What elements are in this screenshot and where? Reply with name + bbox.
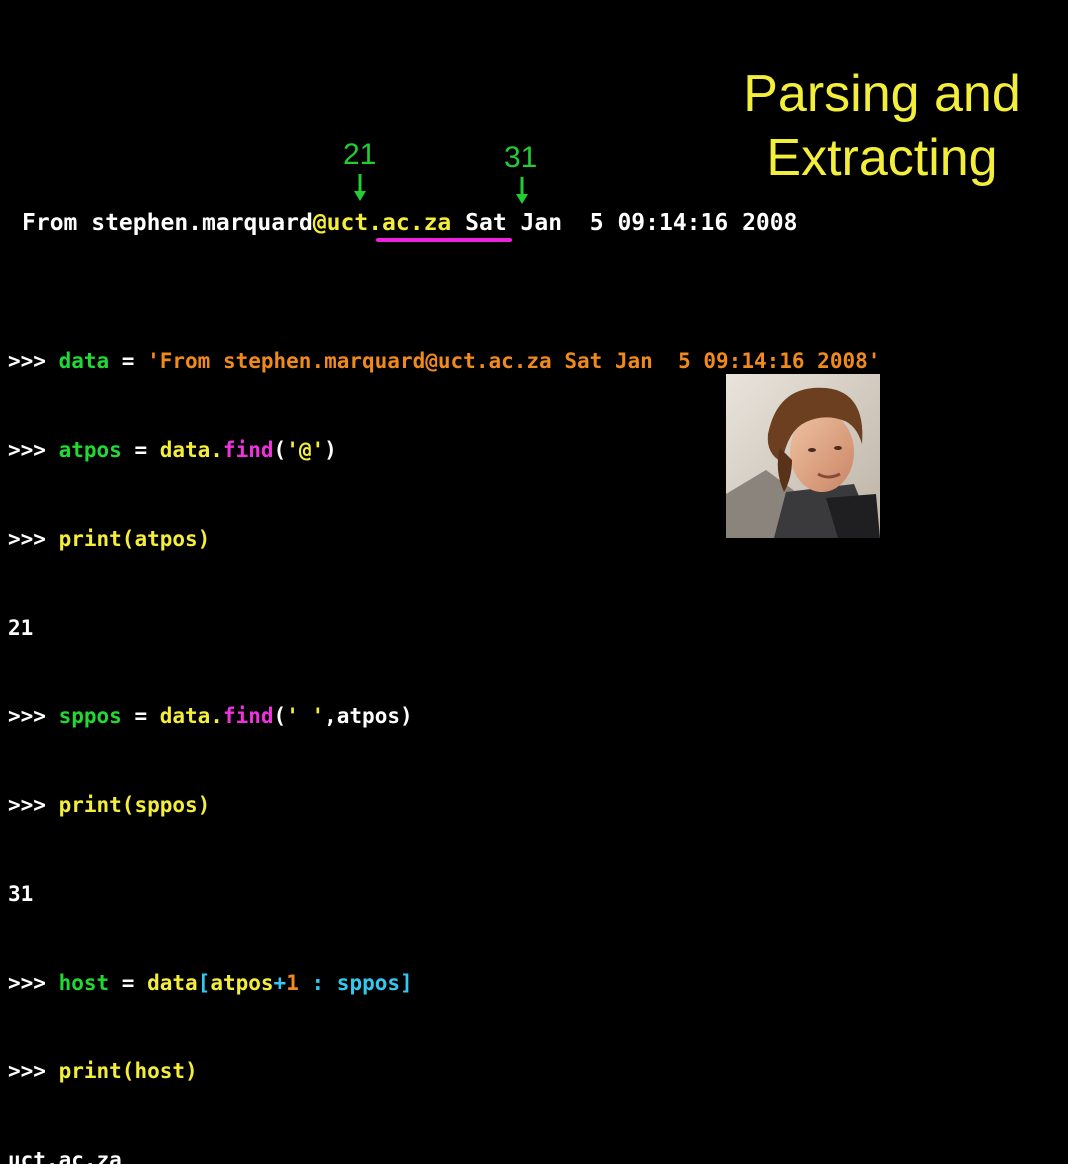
code-bracket: [ — [197, 970, 211, 995]
code-var: sppos — [58, 704, 122, 729]
code-paren: ) — [324, 437, 337, 462]
prompt: >>> — [8, 704, 59, 729]
slide-title: Parsing and Extracting — [722, 62, 1042, 190]
code-op: = — [109, 970, 148, 995]
code-output: uct.ac.za — [8, 1146, 880, 1164]
title-line-2: Extracting — [766, 129, 998, 187]
code-line: >>> print(sppos) — [8, 791, 880, 821]
email-header-line: From stephen.marquard@uct.ac.za Sat Jan … — [22, 208, 797, 238]
code-line: >>> sppos = data.find(' ',atpos) — [8, 702, 880, 732]
code-var: atpos — [210, 970, 274, 995]
code-function: print — [58, 526, 122, 551]
code-op: = — [109, 349, 148, 374]
title-line-1: Parsing and — [743, 65, 1021, 123]
marker-21-label: 21 — [343, 138, 377, 171]
prompt: >>> — [8, 970, 59, 995]
output-text: 21 — [8, 615, 34, 640]
code-object: data. — [159, 704, 223, 729]
prompt: >>> — [8, 793, 59, 818]
code-bracket: ] — [400, 970, 413, 995]
code-op: = — [121, 704, 160, 729]
code-op: : — [298, 970, 337, 995]
code-output: 31 — [8, 880, 880, 910]
code-args: (sppos) — [121, 793, 211, 818]
code-line: >>> data = 'From stephen.marquard@uct.ac… — [8, 347, 880, 377]
code-output: 21 — [8, 614, 880, 644]
code-function: find — [222, 437, 274, 462]
code-op: + — [273, 970, 287, 995]
code-args: (host) — [121, 1059, 198, 1084]
email-before: From stephen.marquard — [22, 210, 313, 236]
code-var: host — [58, 970, 110, 995]
code-var: atpos — [58, 437, 122, 462]
code-op: = — [121, 437, 160, 462]
prompt: >>> — [8, 437, 59, 462]
host-underline — [376, 238, 512, 242]
email-host: uct.ac.za — [326, 210, 452, 236]
code-var: data — [58, 349, 110, 374]
output-text: uct.ac.za — [8, 1148, 122, 1164]
email-after: Sat Jan 5 09:14:16 2008 — [451, 210, 798, 236]
code-string: ' ' — [286, 704, 325, 729]
prompt: >>> — [8, 1059, 59, 1084]
code-line: >>> host = data[atpos+1 : sppos] — [8, 969, 880, 999]
marker-31-arrow-icon — [516, 177, 528, 204]
code-args: (atpos) — [121, 526, 211, 551]
speaker-photo — [726, 374, 880, 538]
code-object: data. — [159, 437, 223, 462]
code-function: find — [222, 704, 274, 729]
code-string: 'From stephen.marquard@uct.ac.za Sat Jan… — [147, 349, 881, 374]
prompt: >>> — [8, 526, 59, 551]
portrait-image — [726, 374, 880, 538]
marker-21-arrow-icon — [354, 174, 366, 201]
code-string: '@' — [286, 437, 325, 462]
code-paren: ( — [273, 704, 287, 729]
output-text: 31 — [8, 881, 34, 906]
code-var: sppos — [336, 970, 401, 995]
code-object: data — [147, 970, 198, 995]
code-function: print — [58, 1059, 122, 1084]
email-at-sign: @ — [312, 210, 327, 236]
code-line: >>> print(host) — [8, 1057, 880, 1087]
marker-31-label: 31 — [504, 141, 538, 174]
code-function: print — [58, 793, 122, 818]
code-paren: ( — [273, 437, 287, 462]
code-args: ,atpos) — [324, 704, 413, 729]
prompt: >>> — [8, 349, 59, 374]
code-number: 1 — [286, 970, 299, 995]
